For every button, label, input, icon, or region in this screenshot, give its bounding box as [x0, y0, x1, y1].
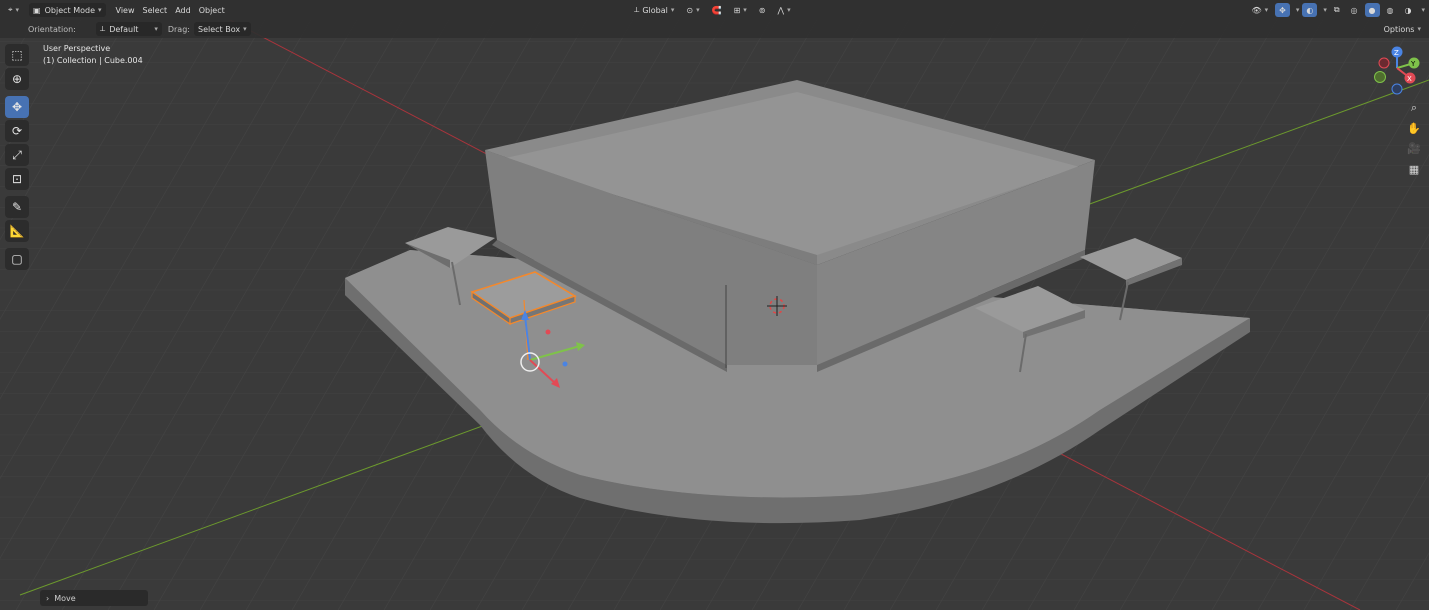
grid-icon: ▦	[1408, 162, 1420, 176]
tool-transform[interactable]: ⊡	[5, 168, 29, 190]
tool-scale[interactable]: ⤢	[5, 144, 29, 166]
operator-label: Move	[54, 593, 76, 603]
menu-add[interactable]: Add	[171, 3, 195, 17]
options-dropdown[interactable]: Options ▾	[1380, 22, 1425, 36]
tool-select-box[interactable]: ⬚	[5, 44, 29, 66]
orientation-label: Orientation:	[28, 24, 76, 34]
tool-rotate[interactable]: ⟳	[5, 120, 29, 142]
view3d-icon: ⌖	[8, 5, 13, 14]
move-icon: ✥	[11, 100, 23, 114]
editor-type-button[interactable]: ⌖ ▾	[4, 3, 23, 17]
annotate-icon: ✎	[11, 200, 23, 214]
measure-icon: 📐	[9, 224, 25, 238]
transform-orientation-label: Global	[642, 5, 668, 15]
overlay-toggle-button[interactable]: ◐	[1302, 3, 1318, 17]
shading-wireframe-button[interactable]: ◎	[1347, 3, 1362, 17]
falloff-button[interactable]: ⋀ ▾	[774, 3, 795, 17]
rotate-icon: ⟳	[11, 124, 23, 138]
zoom-icon: ⌕	[1410, 101, 1418, 114]
options-label: Options	[1383, 24, 1415, 34]
drag-value: Select Box	[197, 24, 241, 34]
collection-info: (1) Collection | Cube.004	[43, 56, 143, 65]
mode-label: Object Mode	[44, 5, 95, 15]
viewport-info: User Perspective (1) Collection | Cube.0…	[43, 43, 143, 67]
pivot-point-button[interactable]: ⊙ ▾	[682, 3, 703, 17]
add-cube-icon: ▢	[11, 252, 23, 266]
menu-select[interactable]: Select	[139, 3, 172, 17]
transform-icon: ⊡	[11, 172, 23, 186]
tool-cursor[interactable]: ⊕	[5, 68, 29, 90]
tool-options-bar: Orientation: ⟂ Default ▾ Drag: Select Bo…	[0, 20, 1429, 38]
view-name: User Perspective	[43, 44, 111, 53]
shading-solid-button[interactable]: ●	[1364, 3, 1380, 17]
object-mode-icon: ▣	[33, 5, 41, 15]
gizmo-toggle-button[interactable]: ✥	[1275, 3, 1290, 17]
xray-button[interactable]: ⧉	[1330, 3, 1344, 17]
tool-move[interactable]: ✥	[5, 96, 29, 118]
orientation-value: Default	[109, 24, 139, 34]
snap-target-button[interactable]: ⊞ ▾	[730, 3, 751, 17]
transform-orientation-selector[interactable]: ⟂ Global ▾	[630, 3, 678, 17]
tool-annotate[interactable]: ✎	[5, 196, 29, 218]
shading-rendered-button[interactable]: ◑	[1401, 3, 1416, 17]
snap-button[interactable]: 🧲	[708, 3, 726, 17]
cursor-icon: ⊕	[11, 72, 23, 86]
camera-icon: 🎥	[1407, 141, 1421, 155]
gizmo-z-label: Z	[1394, 49, 1399, 57]
zoom-button[interactable]: ⌕	[1405, 99, 1423, 117]
scale-icon: ⤢	[12, 147, 22, 162]
orientation-dropdown[interactable]: ⟂ Default ▾	[95, 22, 162, 36]
proportional-edit-button[interactable]: ⊚	[755, 3, 770, 17]
menu-object[interactable]: Object	[195, 3, 229, 17]
camera-view-button[interactable]: 🎥	[1405, 139, 1423, 157]
orientation-dropdown-icon: ⟂	[99, 24, 106, 33]
last-operator-panel[interactable]: › Move	[40, 590, 148, 606]
gizmo-y-label: Y	[1410, 60, 1416, 68]
perspective-toggle-button[interactable]: ▦	[1405, 160, 1423, 178]
menu-view[interactable]: View	[112, 3, 139, 17]
hand-icon: ✋	[1407, 121, 1421, 135]
select-box-icon: ⬚	[11, 48, 23, 62]
tool-measure[interactable]: 📐	[5, 220, 29, 242]
chevron-right-icon: ›	[46, 593, 50, 603]
gizmo-x-label: X	[1407, 75, 1412, 83]
mode-selector[interactable]: ▣ Object Mode ▾	[29, 3, 106, 17]
transform-controls: ⟂ Global ▾ ⊙ ▾ 🧲 ⊞ ▾ ⊚ ⋀ ▾	[630, 3, 795, 17]
shading-material-button[interactable]: ◍	[1383, 3, 1398, 17]
tool-add-cube[interactable]: ▢	[5, 248, 29, 270]
pan-button[interactable]: ✋	[1405, 119, 1423, 137]
3d-viewport[interactable]: Z Y X	[0, 0, 1429, 610]
visibility-button[interactable]: 👁 ▾	[1247, 3, 1272, 17]
drag-dropdown[interactable]: Select Box ▾	[193, 22, 251, 36]
drag-label: Drag:	[167, 24, 190, 34]
left-toolbar: ⬚ ⊕ ✥ ⟳ ⤢ ⊡ ✎ 📐 ▢	[5, 44, 29, 270]
orientation-icon: ⟂	[634, 5, 640, 14]
